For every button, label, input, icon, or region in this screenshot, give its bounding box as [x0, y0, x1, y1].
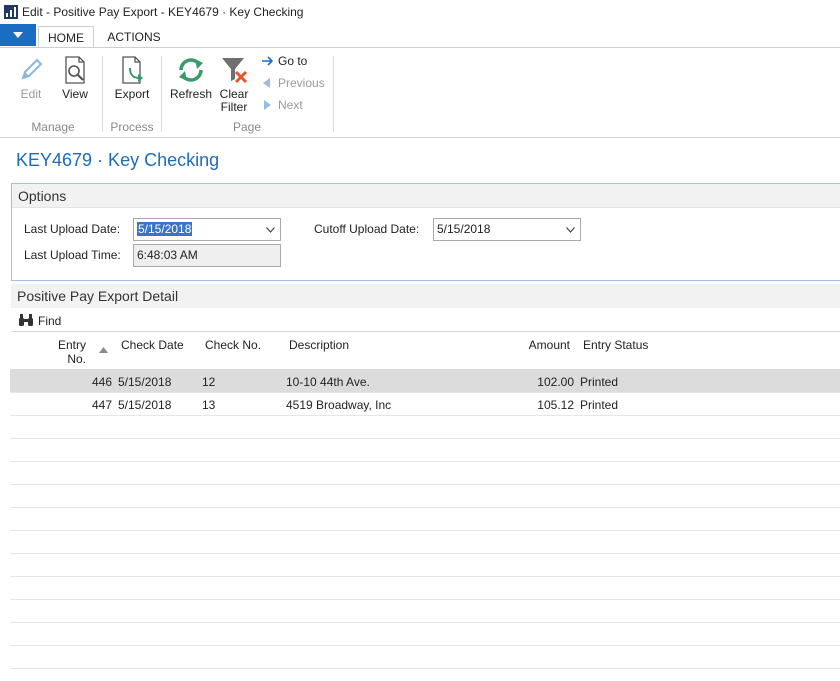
app-menu-button[interactable]	[0, 24, 36, 46]
column-header-check-no[interactable]: Check No.	[205, 338, 261, 352]
title-bar: Edit - Positive Pay Export - KEY4679 · K…	[0, 0, 840, 24]
check-no-cell: 12	[202, 375, 216, 389]
column-header-amount[interactable]: Amount	[510, 338, 570, 352]
empty-row	[10, 646, 840, 669]
check-date-cell: 5/15/2018	[118, 375, 172, 389]
export-label: Export	[114, 87, 150, 101]
last-upload-time-field: 6:48:03 AM	[133, 244, 281, 267]
ribbon-tabs: HOME ACTIONS	[0, 24, 840, 48]
refresh-button[interactable]: Refresh	[170, 54, 212, 101]
description-cell: 10-10 44th Ave.	[286, 375, 370, 389]
check-no-cell: 13	[202, 398, 216, 412]
dropdown-arrow-icon	[13, 32, 23, 38]
status-cell: Printed	[580, 398, 619, 412]
view-document-icon	[65, 56, 85, 84]
table-row[interactable]: 446 5/15/2018 12 10-10 44th Ave. 102.00 …	[10, 370, 840, 393]
description-cell: 4519 Broadway, Inc	[286, 398, 392, 412]
column-header-description[interactable]: Description	[289, 338, 349, 352]
empty-row	[10, 531, 840, 554]
column-header-check-date[interactable]: Check Date	[121, 338, 184, 352]
find-button[interactable]: Find	[38, 314, 61, 328]
triangle-right-icon	[264, 100, 271, 110]
status-cell: Printed	[580, 375, 619, 389]
view-button[interactable]: View	[58, 54, 92, 101]
last-upload-date-field[interactable]: 5/15/2018	[133, 218, 281, 241]
arrow-right-icon	[262, 56, 274, 66]
table-row[interactable]: 447 5/15/2018 13 4519 Broadway, Inc 105.…	[10, 393, 840, 416]
cutoff-upload-date-label: Cutoff Upload Date:	[314, 222, 420, 236]
pencil-icon	[21, 58, 43, 80]
export-button[interactable]: Export	[112, 54, 152, 101]
previous-label: Previous	[278, 76, 325, 90]
ribbon: Edit View Export Refresh Clear Filter Go…	[0, 48, 840, 138]
group-label-manage: Manage	[31, 120, 75, 134]
entry-no-header-line-1: Entry	[57, 338, 86, 352]
next-label: Next	[278, 98, 303, 112]
empty-row	[10, 462, 840, 485]
ribbon-separator	[102, 56, 103, 132]
empty-row	[10, 600, 840, 623]
tab-actions[interactable]: ACTIONS	[102, 26, 166, 48]
chevron-down-icon[interactable]	[566, 227, 575, 233]
sort-ascending-icon	[99, 347, 108, 353]
detail-header[interactable]: Positive Pay Export Detail	[11, 284, 840, 308]
clear-filter-button[interactable]: Clear Filter	[216, 54, 252, 114]
window-title: Edit - Positive Pay Export - KEY4679 · K…	[22, 5, 304, 19]
column-header-entry-no[interactable]: Entry No.	[40, 338, 86, 366]
cutoff-upload-date-field[interactable]: 5/15/2018	[433, 218, 581, 241]
entry-no-cell: 446	[91, 375, 112, 389]
view-label: View	[62, 87, 88, 101]
column-header-entry-status[interactable]: Entry Status	[583, 338, 648, 352]
ribbon-separator	[333, 56, 334, 132]
cutoff-upload-date-value: 5/15/2018	[437, 222, 491, 236]
empty-row	[10, 508, 840, 531]
empty-row	[10, 439, 840, 462]
binoculars-icon[interactable]	[18, 314, 34, 327]
grid-header: Entry No. Check Date Check No. Descripti…	[10, 334, 840, 370]
group-label-process: Process	[110, 120, 154, 134]
page-title: KEY4679 · Key Checking	[16, 150, 220, 170]
options-fasttab: Options Last Upload Date: 5/15/2018 Last…	[11, 183, 840, 281]
clear-filter-label-2: Filter	[220, 100, 248, 114]
group-label-page: Page	[232, 120, 262, 134]
export-icon	[122, 56, 143, 84]
last-upload-date-value: 5/15/2018	[137, 222, 193, 236]
edit-label: Edit	[20, 87, 42, 101]
options-header[interactable]: Options	[12, 184, 840, 208]
goto-label: Go to	[278, 54, 308, 68]
last-upload-time-label: Last Upload Time:	[24, 248, 121, 262]
chevron-down-icon[interactable]	[266, 227, 275, 233]
amount-cell: 102.00	[537, 375, 574, 389]
entry-no-header-line-2: No.	[67, 352, 86, 366]
last-upload-date-label: Last Upload Date:	[24, 222, 121, 236]
edit-button[interactable]: Edit	[14, 54, 48, 101]
empty-row	[10, 623, 840, 646]
triangle-left-icon	[263, 78, 270, 88]
empty-row	[10, 485, 840, 508]
empty-row	[10, 554, 840, 577]
find-bar: Find	[11, 310, 840, 332]
last-upload-time-value: 6:48:03 AM	[137, 248, 198, 262]
clear-filter-icon	[222, 58, 248, 84]
amount-cell: 105.12	[537, 398, 574, 412]
empty-row	[10, 577, 840, 600]
entry-no-cell: 447	[91, 398, 112, 412]
tab-home[interactable]: HOME	[38, 26, 94, 48]
empty-row	[10, 416, 840, 439]
app-logo-icon	[4, 5, 18, 19]
refresh-label: Refresh	[170, 87, 213, 101]
export-detail-grid: Entry No. Check Date Check No. Descripti…	[10, 334, 840, 669]
refresh-icon	[179, 58, 203, 82]
check-date-cell: 5/15/2018	[118, 398, 172, 412]
